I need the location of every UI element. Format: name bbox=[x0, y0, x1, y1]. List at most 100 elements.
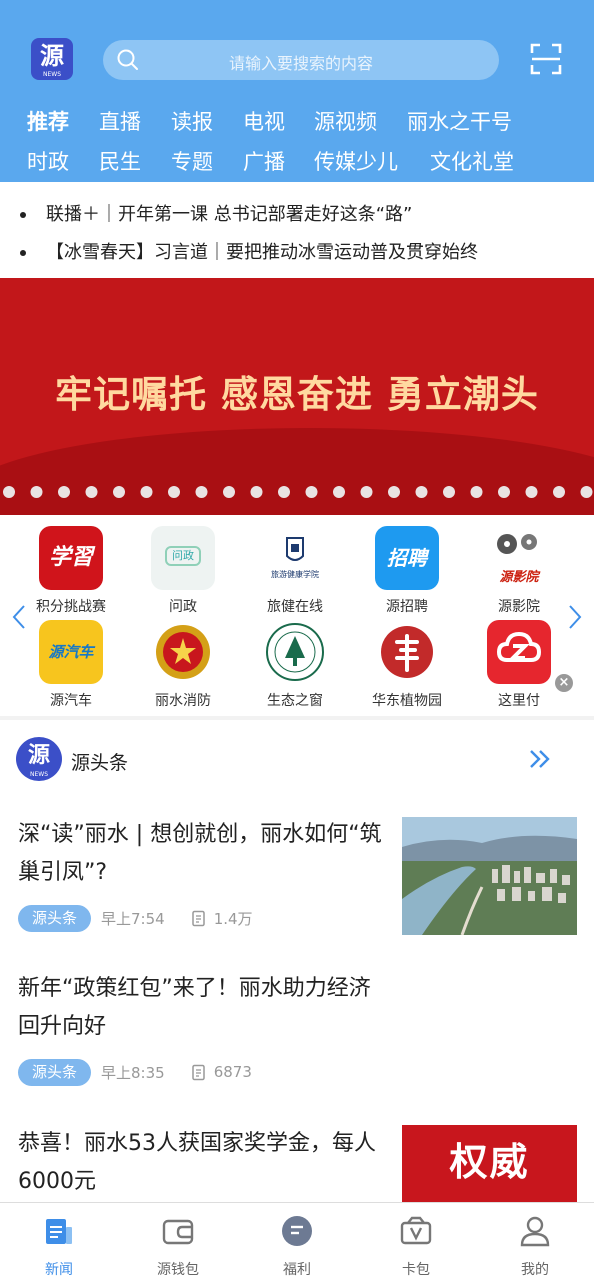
wenzheng-glyph: 问政 bbox=[165, 546, 201, 566]
news-title: 恭喜！丽水53人获国家奖学金，每人6000元 bbox=[18, 1131, 376, 1194]
tab-livelihood[interactable]: 民生 bbox=[99, 144, 171, 184]
app-tile-botanical[interactable]: 华东植物园 bbox=[351, 620, 463, 710]
news-meta: 源头条 早上8:35 6873 bbox=[18, 1058, 578, 1086]
views-icon bbox=[191, 910, 205, 926]
news-time: 早上8:35 bbox=[101, 1063, 165, 1082]
fire-emblem-graphic bbox=[156, 625, 210, 679]
banner-dot bbox=[250, 486, 263, 498]
bullet-icon bbox=[20, 250, 26, 256]
banner-wave bbox=[0, 428, 594, 515]
views-icon bbox=[191, 1064, 205, 1080]
headline-item[interactable]: 联播＋｜开年第一课 总书记部署走好这条“路” bbox=[20, 200, 412, 226]
banner-dot bbox=[443, 486, 455, 498]
app-tile-ecology[interactable]: 生态之窗 bbox=[239, 620, 351, 710]
nav-label: 源钱包 bbox=[157, 1262, 199, 1278]
section-title: 源头条 bbox=[71, 752, 129, 774]
promo-banner[interactable]: 牢记嘱托 感恩奋进 勇立潮头 bbox=[0, 278, 594, 515]
recruit-glyph: 招聘 bbox=[387, 546, 427, 570]
nav-profile[interactable]: 我的 bbox=[476, 1203, 594, 1280]
app-tile-recruit[interactable]: 招聘 源招聘 bbox=[351, 526, 463, 616]
banner-title: 牢记嘱托 感恩奋进 勇立潮头 bbox=[55, 373, 539, 416]
app-label: 积分挑战赛 bbox=[36, 599, 106, 615]
app-logo-sub: NEWS bbox=[42, 71, 62, 78]
nav-label: 新闻 bbox=[45, 1262, 73, 1278]
app-tile-car[interactable]: 源汽车 源汽车 bbox=[15, 620, 127, 710]
banner-dot bbox=[553, 486, 565, 498]
pay-icon bbox=[487, 620, 551, 684]
app-tile-pay[interactable]: 这里付 bbox=[463, 620, 575, 710]
nav-wallet[interactable]: 源钱包 bbox=[119, 1203, 237, 1280]
tab-live[interactable]: 直播 bbox=[99, 104, 171, 144]
tab-newspaper[interactable]: 读报 bbox=[171, 104, 243, 144]
city-river-photo[interactable] bbox=[402, 817, 577, 935]
tab-kids[interactable]: 传媒少儿 bbox=[314, 144, 430, 184]
nav-news[interactable]: 新闻 bbox=[0, 1203, 118, 1280]
tab-video[interactable]: 源视频 bbox=[314, 104, 407, 144]
chevron-right-icon[interactable] bbox=[568, 604, 582, 630]
nav-card-package[interactable]: 卡包 bbox=[357, 1203, 475, 1280]
app-tile-fire[interactable]: 丽水消防 bbox=[127, 620, 239, 710]
banner-dot bbox=[113, 486, 125, 498]
welfare-icon bbox=[282, 1216, 312, 1246]
app-label: 源汽车 bbox=[50, 693, 92, 709]
double-chevron-right-icon[interactable] bbox=[528, 748, 552, 770]
banner-dot bbox=[30, 486, 43, 498]
nav-label: 卡包 bbox=[402, 1262, 430, 1278]
tab-tv[interactable]: 电视 bbox=[243, 104, 314, 144]
app-tile-cinema[interactable]: 源影院 源影院 bbox=[463, 526, 575, 616]
search-bar[interactable]: 请输入要搜索的内容 bbox=[103, 40, 499, 80]
close-icon[interactable]: × bbox=[555, 674, 573, 692]
banner-dot bbox=[415, 486, 428, 498]
car-icon: 源汽车 bbox=[39, 620, 103, 684]
app-logo[interactable]: 源 NEWS bbox=[31, 38, 73, 80]
news-tag[interactable]: 源头条 bbox=[18, 904, 92, 932]
cinema-glyph: 源影院 bbox=[499, 570, 539, 585]
film-reel-graphic bbox=[497, 534, 537, 554]
app-label: 丽水消防 bbox=[155, 693, 211, 709]
university-badge-graphic bbox=[286, 537, 304, 561]
app-tile-jifen[interactable]: 学習 积分挑战赛 bbox=[15, 526, 127, 616]
banner-dot bbox=[305, 486, 318, 498]
tab-radio[interactable]: 广播 bbox=[243, 144, 314, 184]
tab-lishui[interactable]: 丽水之干号 bbox=[407, 104, 512, 144]
banner-dot bbox=[388, 486, 400, 498]
app-tile-wenzheng[interactable]: 问政 问政 bbox=[127, 526, 239, 616]
app-header: 源 NEWS 请输入要搜索的内容 推荐 直播 读报 电视 源视频 丽水之干号 时… bbox=[0, 0, 594, 182]
scan-icon[interactable] bbox=[530, 43, 562, 75]
card-package-icon bbox=[400, 1216, 432, 1245]
tab-recommend[interactable]: 推荐 bbox=[27, 104, 99, 144]
xuexi-glyph: 学習 bbox=[48, 545, 93, 570]
news-item[interactable]: 新年“政策红包”来了！丽水助力经济回升向好 源头条 早上8:35 6873 bbox=[18, 970, 578, 1086]
app-label: 生态之窗 bbox=[267, 693, 323, 709]
bullet-icon bbox=[20, 212, 26, 218]
section-logo-text: 源 bbox=[27, 743, 50, 768]
recruit-icon: 招聘 bbox=[375, 526, 439, 590]
headline-item[interactable]: 【冰雪春天】习言道｜要把推动冰雪运动普及贯穿始终 bbox=[20, 238, 478, 264]
banner-dot bbox=[140, 486, 153, 498]
channel-tabs: 推荐 直播 读报 电视 源视频 丽水之干号 时政 民生 专题 广播 传媒少儿 文… bbox=[27, 104, 587, 184]
section-logo-sub: NEWS bbox=[29, 771, 49, 778]
xuexi-icon: 学習 bbox=[39, 526, 103, 590]
banner-dot-border bbox=[3, 486, 593, 498]
headline-ticker: 联播＋｜开年第一课 总书记部署走好这条“路” 【冰雪春天】习言道｜要把推动冰雪运… bbox=[0, 182, 594, 278]
app-tile-lvjian[interactable]: 旅游健康学院 旅健在线 bbox=[239, 526, 351, 616]
tab-politics[interactable]: 时政 bbox=[27, 144, 99, 184]
nav-welfare[interactable]: 福利 bbox=[238, 1203, 356, 1280]
news-title: 深“读”丽水 | 想创就创，丽水如何“筑巢引凤”? bbox=[18, 822, 382, 885]
wenzheng-icon: 问政 bbox=[151, 526, 215, 590]
app-label: 源招聘 bbox=[386, 599, 428, 615]
app-label: 旅健在线 bbox=[267, 599, 323, 615]
app-label: 问政 bbox=[169, 599, 197, 615]
banner-dot bbox=[168, 486, 180, 498]
tab-topics[interactable]: 专题 bbox=[171, 144, 243, 184]
banner-dot bbox=[58, 486, 70, 498]
profile-icon bbox=[520, 1216, 550, 1247]
headline-text: 联播＋｜开年第一课 总书记部署走好这条“路” bbox=[46, 204, 413, 225]
ecology-badge-graphic bbox=[266, 623, 324, 681]
news-tag[interactable]: 源头条 bbox=[18, 1058, 92, 1086]
chevron-left-icon[interactable] bbox=[12, 604, 26, 630]
nav-label: 我的 bbox=[521, 1262, 549, 1278]
authority-release-image[interactable]: 权威 bbox=[402, 1125, 577, 1202]
headline-text: 【冰雪春天】习言道｜要把推动冰雪运动普及贯穿始终 bbox=[46, 242, 478, 263]
tab-culture[interactable]: 文化礼堂 bbox=[430, 144, 514, 184]
